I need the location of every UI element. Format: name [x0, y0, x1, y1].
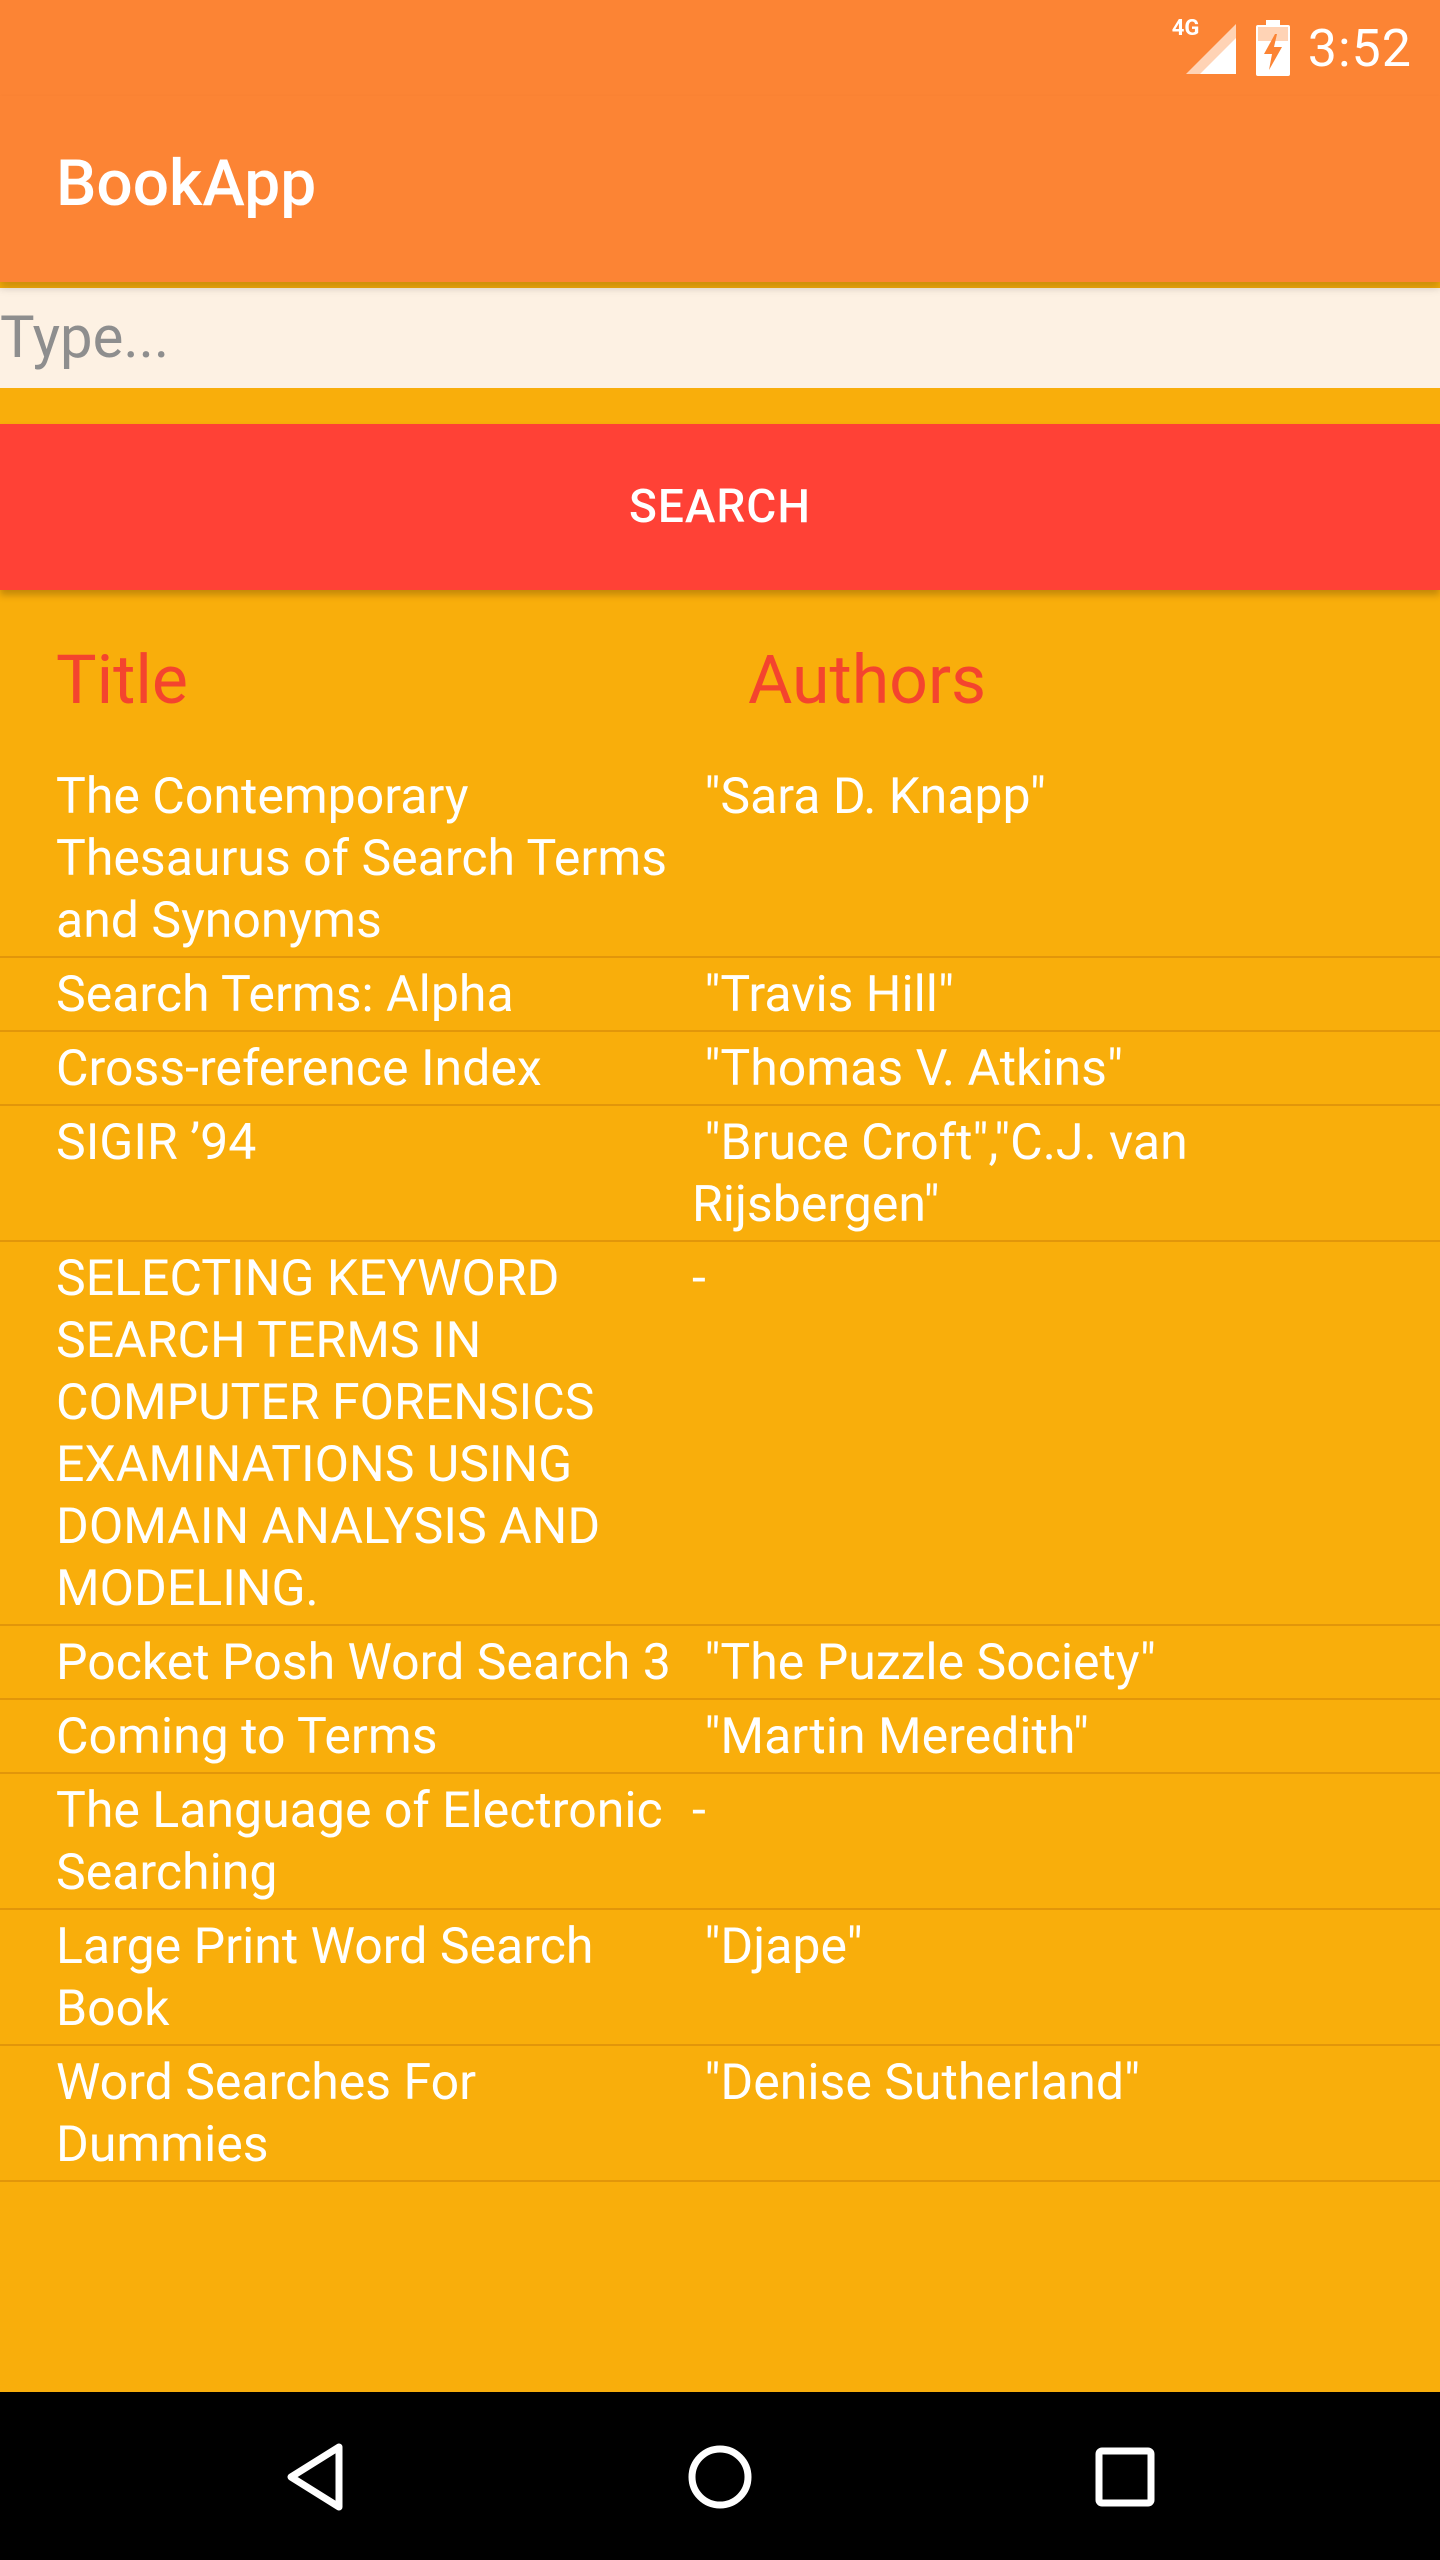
- app-title: BookApp: [56, 146, 317, 221]
- signal-icon: 4G: [1172, 16, 1238, 76]
- book-authors: "Sara D. Knapp": [692, 768, 1046, 826]
- home-button[interactable]: [675, 2432, 765, 2522]
- book-authors: "Thomas V. Atkins": [692, 1040, 1123, 1098]
- title-column-header: Title: [56, 640, 188, 720]
- book-title: Large Print Word Search Book: [56, 1918, 594, 2038]
- book-authors: "Martin Meredith": [692, 1708, 1089, 1766]
- book-authors: "Travis Hill": [692, 966, 954, 1024]
- status-icons: 4G 3:52: [1172, 0, 1412, 96]
- table-row[interactable]: SIGIR ’94 "Bruce Croft","C.J. van Rijsbe…: [0, 1106, 1440, 1242]
- book-authors: -: [692, 1250, 706, 1308]
- table-row[interactable]: Large Print Word Search Book "Djape": [0, 1910, 1440, 2046]
- book-authors: "Bruce Croft","C.J. van Rijsbergen": [692, 1114, 1201, 1234]
- book-title: SELECTING KEYWORD SEARCH TERMS IN COMPUT…: [56, 1250, 601, 1618]
- book-title: The Language of Electronic Searching: [56, 1782, 663, 1902]
- table-row[interactable]: The Contemporary Thesaurus of Search Ter…: [0, 760, 1440, 958]
- book-authors: "The Puzzle Society": [692, 1634, 1156, 1692]
- book-title: Search Terms: Alpha: [56, 966, 514, 1024]
- search-button[interactable]: SEARCH: [0, 424, 1440, 590]
- home-circle-icon: [688, 2445, 752, 2509]
- table-row[interactable]: SELECTING KEYWORD SEARCH TERMS IN COMPUT…: [0, 1242, 1440, 1626]
- table-row[interactable]: The Language of Electronic Searching -: [0, 1774, 1440, 1910]
- table-row[interactable]: Pocket Posh Word Search 3 "The Puzzle So…: [0, 1626, 1440, 1700]
- book-authors: "Djape": [692, 1918, 863, 1976]
- book-authors: "Denise Sutherland": [692, 2054, 1141, 2112]
- app-bar: BookApp: [0, 96, 1440, 282]
- book-authors: -: [692, 1782, 706, 1840]
- back-button[interactable]: [270, 2432, 360, 2522]
- book-title: Pocket Posh Word Search 3: [56, 1634, 671, 1692]
- back-triangle-icon: [287, 2443, 343, 2511]
- results-table: Title Authors The Contemporary Thesaurus…: [0, 590, 1440, 2182]
- book-title: Coming to Terms: [56, 1708, 438, 1766]
- status-bar: 4G 3:52: [0, 0, 1440, 96]
- authors-column-header: Authors: [748, 640, 987, 720]
- table-row[interactable]: Cross-reference Index "Thomas V. Atkins": [0, 1032, 1440, 1106]
- book-title: The Contemporary Thesaurus of Search Ter…: [56, 768, 668, 950]
- status-time: 3:52: [1307, 17, 1412, 79]
- book-title: Word Searches For Dummies: [56, 2054, 477, 2174]
- book-title: SIGIR ’94: [56, 1114, 257, 1172]
- table-row[interactable]: Coming to Terms "Martin Meredith": [0, 1700, 1440, 1774]
- table-header-row: Title Authors: [0, 590, 1440, 760]
- recents-button[interactable]: [1080, 2432, 1170, 2522]
- book-title: Cross-reference Index: [56, 1040, 542, 1098]
- table-row[interactable]: Word Searches For Dummies "Denise Suther…: [0, 2046, 1440, 2182]
- network-type-label: 4G: [1171, 16, 1200, 41]
- recents-square-icon: [1095, 2447, 1155, 2507]
- table-row[interactable]: Search Terms: Alpha "Travis Hill": [0, 958, 1440, 1032]
- battery-charging-icon: [1255, 20, 1290, 76]
- search-input[interactable]: [0, 288, 1440, 388]
- navigation-bar: [0, 2392, 1440, 2560]
